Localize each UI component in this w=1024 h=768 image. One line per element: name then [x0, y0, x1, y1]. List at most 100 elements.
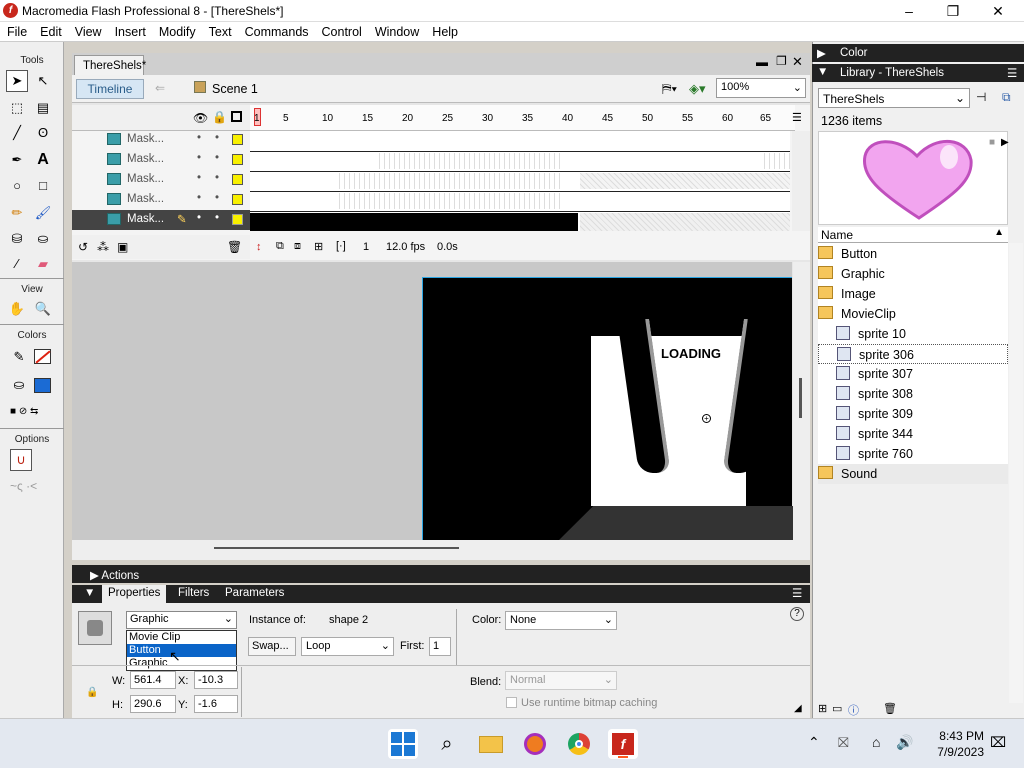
document-tab[interactable]: ThereShels*: [74, 55, 146, 75]
menu-insert[interactable]: Insert: [107, 22, 151, 39]
clock-date[interactable]: 7/9/2023: [924, 745, 984, 759]
menu-view[interactable]: View: [67, 22, 107, 39]
layer-row[interactable]: Mask... • •: [72, 190, 250, 210]
insert-layer-icon[interactable]: ↺: [78, 240, 88, 254]
minimize-button[interactable]: –: [894, 2, 924, 20]
onion-outline-icon[interactable]: ⧈: [294, 240, 301, 253]
ink-bottle-tool-icon[interactable]: ⛁: [6, 228, 28, 250]
stage-vertical-scrollbar[interactable]: [793, 262, 810, 560]
paint-bucket-tool-icon[interactable]: ⛀: [32, 228, 54, 250]
library-symbol-item[interactable]: sprite 760: [818, 444, 1008, 464]
clock-time[interactable]: 8:43 PM: [924, 729, 984, 743]
first-frame-input[interactable]: 1: [429, 637, 451, 656]
text-tool-icon[interactable]: A: [32, 149, 54, 171]
panel-menu-icon[interactable]: ☰: [792, 586, 802, 600]
new-symbol-icon[interactable]: ⊞: [818, 702, 827, 715]
rectangle-tool-icon[interactable]: □: [32, 175, 54, 197]
back-arrow-icon[interactable]: ⇐: [155, 81, 165, 95]
subselect-tool-icon[interactable]: ↖: [32, 70, 54, 92]
file-explorer-icon[interactable]: [476, 729, 506, 759]
menu-help[interactable]: Help: [424, 22, 463, 39]
fill-transform-tool-icon[interactable]: ▤: [32, 97, 54, 119]
search-icon[interactable]: ⌕: [432, 729, 462, 759]
dropdown-option-graphic[interactable]: Graphic: [127, 657, 236, 670]
library-folder-item[interactable]: MovieClip: [818, 304, 1008, 324]
dropdown-option-button[interactable]: Button: [127, 644, 236, 657]
library-symbol-item[interactable]: sprite 309: [818, 404, 1008, 424]
y-input[interactable]: -1.6: [194, 695, 238, 713]
arrow-tool-icon[interactable]: ➤: [6, 70, 28, 92]
menu-control[interactable]: Control: [314, 22, 367, 39]
menu-edit[interactable]: Edit: [32, 22, 67, 39]
layer-row[interactable]: Mask... • •: [72, 130, 250, 150]
stage-horizontal-scrollbar[interactable]: [72, 540, 793, 560]
zoom-select[interactable]: 100% ⌄: [716, 78, 806, 98]
frame-grid[interactable]: [250, 131, 790, 231]
menu-file[interactable]: File: [0, 22, 32, 39]
chrome-icon[interactable]: [564, 729, 594, 759]
delete-layer-icon[interactable]: 🗑: [227, 240, 242, 254]
library-scrollbar[interactable]: [1009, 243, 1023, 703]
bitmap-caching-checkbox[interactable]: [506, 697, 517, 708]
brush-tool-icon[interactable]: 🖌: [32, 202, 54, 224]
library-symbol-item[interactable]: sprite 307: [818, 364, 1008, 384]
name-column-header[interactable]: Name ▲: [818, 227, 1008, 243]
pen-tool-icon[interactable]: ✒: [6, 149, 28, 171]
stroke-color-icon[interactable]: ✎: [8, 346, 30, 368]
library-folder-item[interactable]: Graphic: [818, 264, 1008, 284]
close-button[interactable]: ✕: [983, 2, 1013, 20]
x-input[interactable]: -10.3: [194, 671, 238, 689]
actions-panel-header[interactable]: ▶ Actions: [72, 565, 810, 583]
new-folder-icon[interactable]: ▭: [832, 702, 842, 715]
menu-commands[interactable]: Commands: [237, 22, 314, 39]
tab-properties[interactable]: Properties: [102, 585, 167, 603]
smooth-straighten-icon[interactable]: ~ς ·<: [10, 479, 54, 493]
doc-close-icon[interactable]: ✕: [792, 54, 803, 70]
delete-item-icon[interactable]: 🗑: [883, 702, 897, 715]
lock-ratio-icon[interactable]: 🔒: [86, 687, 98, 698]
menu-text[interactable]: Text: [201, 22, 237, 39]
layer-row[interactable]: Mask... • •: [72, 150, 250, 170]
fill-color-icon[interactable]: ⛀: [8, 374, 30, 396]
properties-icon[interactable]: ⓘ: [848, 702, 859, 718]
expand-panel-icon[interactable]: ◢: [794, 703, 802, 714]
volume-icon[interactable]: 🔊: [896, 734, 913, 751]
add-motion-guide-icon[interactable]: ⁂: [97, 240, 109, 254]
pencil-tool-icon[interactable]: ✏: [6, 202, 28, 224]
stroke-color-swatch[interactable]: [34, 349, 51, 364]
play-preview-icon[interactable]: ▶: [1001, 137, 1009, 148]
doc-minimize-icon[interactable]: ▬: [756, 55, 768, 69]
library-panel-header[interactable]: ▼ Library - ThereShels ☰: [812, 64, 1024, 82]
library-symbol-item[interactable]: sprite 344: [818, 424, 1008, 444]
library-folder-item[interactable]: Button: [818, 244, 1008, 264]
notification-icon[interactable]: ⌧: [990, 734, 1006, 751]
width-input[interactable]: 561.4: [130, 671, 176, 689]
menu-modify[interactable]: Modify: [151, 22, 201, 39]
maximize-button[interactable]: ❐: [938, 2, 968, 20]
symbol-behavior-select[interactable]: Graphic ⌄: [126, 611, 237, 629]
doc-restore-icon[interactable]: ❐: [776, 54, 787, 68]
modify-markers-icon[interactable]: [·]: [336, 240, 346, 252]
zoom-tool-icon[interactable]: 🔍: [32, 298, 54, 320]
pin-library-icon[interactable]: ⊣: [976, 90, 986, 104]
library-folder-item[interactable]: Image: [818, 284, 1008, 304]
library-symbol-item[interactable]: sprite 10: [818, 324, 1008, 344]
lock-icon[interactable]: 🔒: [212, 110, 227, 124]
oval-tool-icon[interactable]: ○: [6, 175, 28, 197]
blend-select[interactable]: Normal ⌄: [505, 671, 617, 690]
color-effect-select[interactable]: None ⌄: [505, 611, 617, 630]
layer-row[interactable]: Mask... • •: [72, 170, 250, 190]
network-icon[interactable]: ⌂: [872, 734, 880, 750]
stop-preview-icon[interactable]: ■: [989, 137, 995, 148]
library-folder-item[interactable]: Sound: [818, 464, 1008, 484]
fill-color-swatch[interactable]: [34, 378, 51, 393]
tab-parameters[interactable]: Parameters: [225, 587, 284, 599]
snap-magnet-icon[interactable]: ∪: [10, 449, 32, 471]
edit-symbol-icon[interactable]: ◈▾: [689, 81, 706, 97]
stage-canvas[interactable]: LOADING +: [422, 277, 793, 541]
menu-window[interactable]: Window: [367, 22, 424, 39]
tab-filters[interactable]: Filters: [178, 587, 209, 599]
help-icon[interactable]: ?: [790, 607, 804, 621]
swap-colors-icon[interactable]: ■ ⊘ ⇆: [10, 406, 54, 420]
start-icon[interactable]: [388, 729, 418, 759]
